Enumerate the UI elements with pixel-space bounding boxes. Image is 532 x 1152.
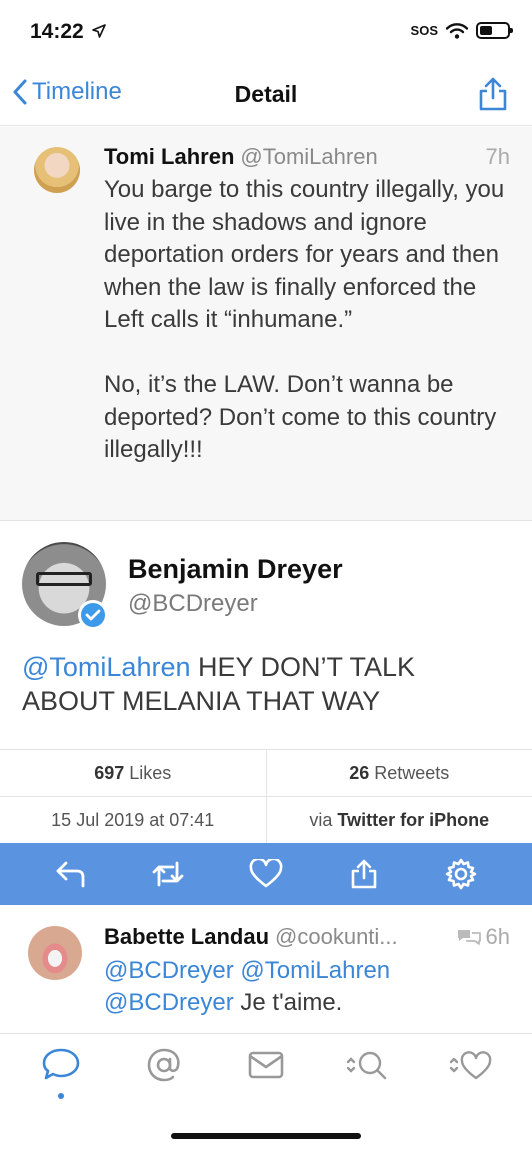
mail-icon (248, 1051, 284, 1079)
tweet-time-group: 6h (456, 924, 510, 950)
at-icon (147, 1048, 180, 1082)
tweet-header: Tomi Lahren @TomiLahren 7h (104, 144, 510, 170)
tweet-date: 15 Jul 2019 at 07:41 (51, 809, 215, 830)
retweets-label: Retweets (374, 762, 450, 783)
status-time: 14:22 (30, 20, 106, 44)
wifi-icon (446, 22, 468, 39)
likes-stat[interactable]: 697 Likes (0, 750, 266, 796)
reply-button[interactable] (51, 854, 91, 894)
author-name[interactable]: Tomi Lahren (104, 144, 234, 169)
tweet-text: @TomiLahren HEY DON’T TALK ABOUT MELANIA… (22, 650, 512, 718)
like-button[interactable] (246, 854, 286, 894)
retweet-icon (152, 861, 184, 887)
main-tweet: Benjamin Dreyer @BCDreyer @TomiLahren HE… (0, 522, 532, 748)
tweet-text: @BCDreyer @TomiLahren @BCDreyer Je t'aim… (104, 955, 514, 1019)
tweet-text: You barge to this country illegally, you… (104, 176, 505, 463)
retweets-stat[interactable]: 26 Retweets (265, 750, 532, 796)
retweets-count: 26 (349, 762, 370, 783)
action-bar (0, 843, 532, 905)
mention-link[interactable]: @TomiLahren (22, 652, 191, 682)
mention-link[interactable]: @BCDreyer (104, 989, 234, 1016)
location-arrow-icon (91, 24, 106, 38)
search-icon (347, 1051, 387, 1080)
tweet-time: 7h (485, 144, 510, 169)
mention-link[interactable]: @TomiLahren (240, 957, 390, 984)
client-name: Twitter for iPhone (337, 809, 490, 830)
tab-mentions[interactable] (134, 1035, 194, 1095)
tab-search[interactable] (338, 1035, 398, 1095)
avatar[interactable] (28, 926, 82, 980)
author-handle[interactable]: @TomiLahren (240, 144, 377, 169)
heart-icon (449, 1051, 492, 1080)
reply-tweet[interactable]: Babette Landau @cookunti... 6h @BCDreyer … (0, 906, 532, 1034)
tweet-client[interactable]: via Twitter for iPhone (265, 797, 532, 843)
parent-tweet[interactable]: Tomi Lahren @TomiLahren 7h You barge to t… (0, 127, 532, 521)
heart-icon (249, 859, 283, 888)
active-tab-dot (58, 1093, 65, 1099)
nav-bar: Timeline Detail (0, 64, 532, 126)
tab-bar (0, 1035, 532, 1105)
tab-likes[interactable] (441, 1035, 501, 1095)
reply-icon (56, 861, 85, 888)
avatar[interactable] (34, 147, 80, 193)
share-tweet-button[interactable] (344, 854, 384, 894)
author-name[interactable]: Benjamin Dreyer (128, 554, 343, 585)
glasses-shape (36, 572, 92, 586)
tweet-text-content: Je t'aime. (233, 989, 343, 1016)
verified-badge-icon (78, 600, 108, 630)
page-title: Detail (234, 81, 298, 107)
share-icon (351, 859, 376, 889)
mention-link[interactable]: @BCDreyer (104, 957, 234, 984)
likes-label: Likes (129, 762, 172, 783)
tab-timeline[interactable] (31, 1035, 91, 1099)
tab-messages[interactable] (236, 1035, 296, 1095)
status-bar: 14:22 SOS (0, 0, 532, 64)
status-indicators: SOS (410, 22, 513, 39)
settings-button[interactable] (441, 854, 481, 894)
gear-icon (445, 858, 477, 890)
speech-bubble-icon (42, 1048, 80, 1080)
author-name[interactable]: Babette Landau (104, 924, 269, 949)
author-handle[interactable]: @BCDreyer (128, 590, 258, 618)
via-label: via (309, 809, 333, 830)
likes-count: 697 (94, 762, 125, 783)
conversation-icon (457, 930, 481, 945)
sos-label: SOS (410, 23, 438, 38)
home-indicator[interactable] (171, 1133, 361, 1139)
share-button[interactable] (476, 76, 510, 117)
battery-icon (476, 22, 513, 39)
tweet-stats: 697 Likes 26 Retweets 15 Jul 2019 at 07:41… (0, 749, 532, 844)
tweet-header: Babette Landau @cookunti... 6h (104, 924, 510, 950)
author-handle[interactable]: @cookunti... (275, 924, 398, 949)
share-icon (479, 77, 507, 111)
retweet-button[interactable] (148, 854, 188, 894)
tweet-time: 6h (485, 924, 510, 949)
